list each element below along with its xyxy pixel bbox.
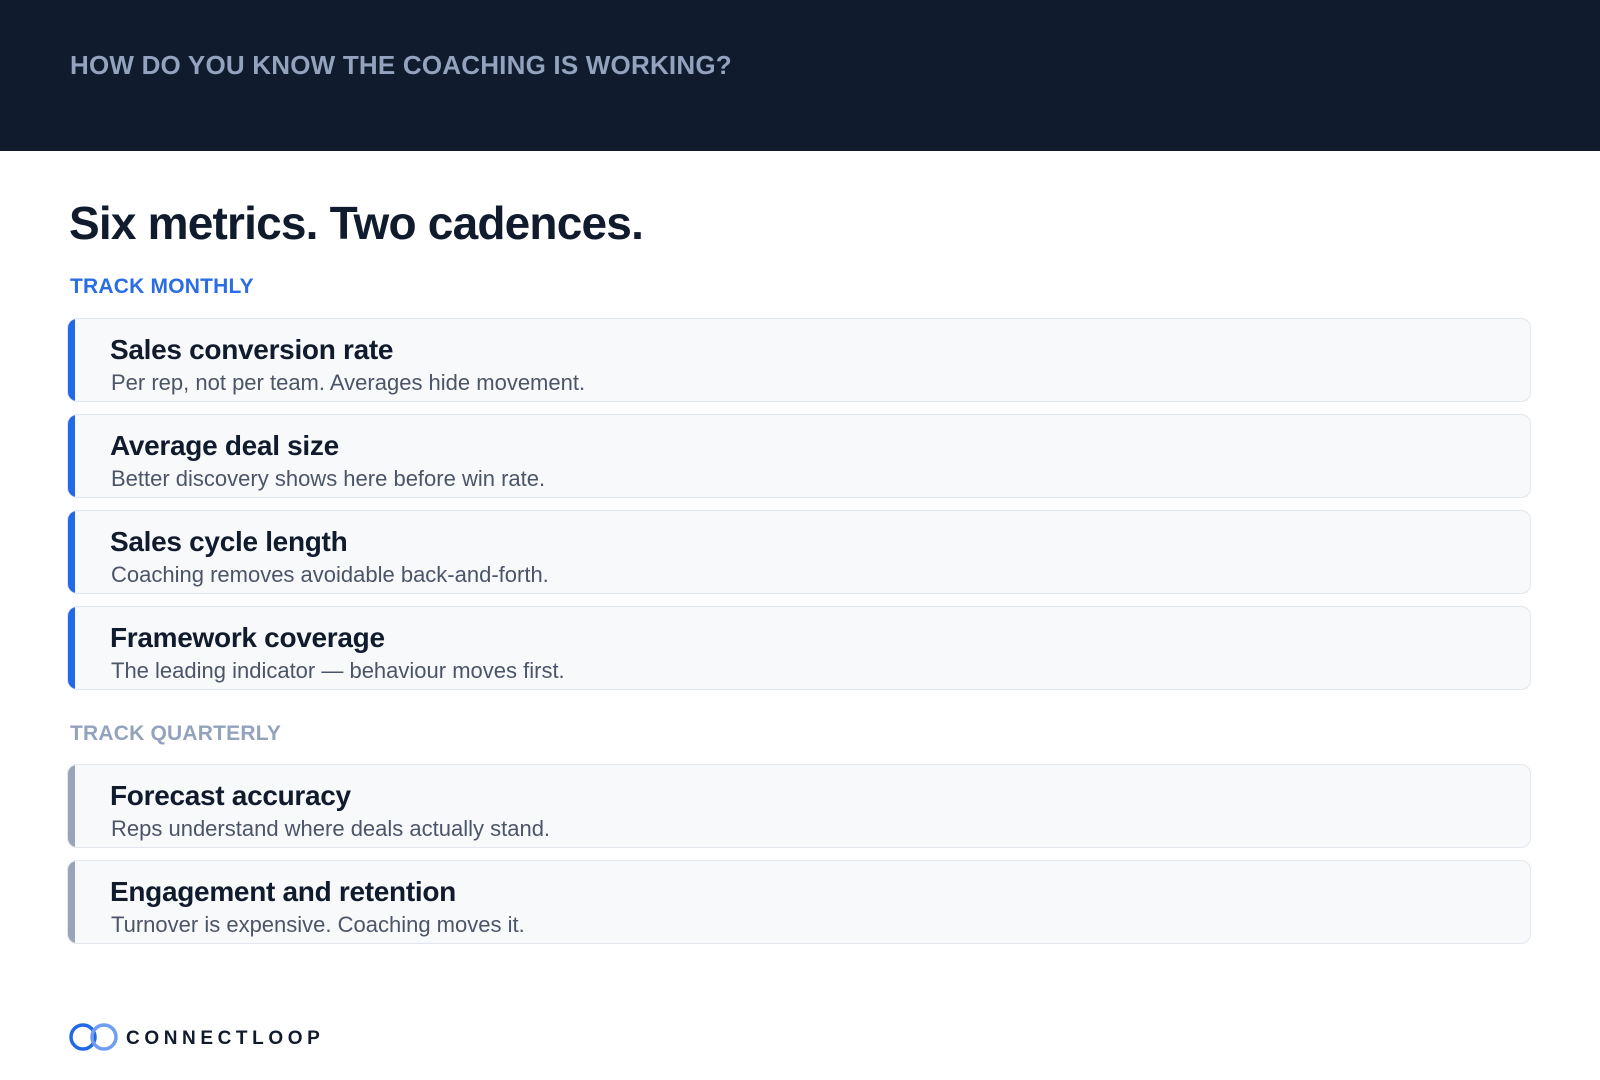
metric-title: Engagement and retention bbox=[110, 876, 456, 907]
metric-card-sales-cycle-length: Sales cycle length Coaching removes avoi… bbox=[67, 510, 1531, 594]
card-accent-bar bbox=[68, 415, 75, 497]
page-title: Six metrics. Two cadences. bbox=[69, 197, 644, 249]
section-label-monthly: TRACK MONTHLY bbox=[70, 275, 254, 298]
metric-description: Turnover is expensive. Coaching moves it… bbox=[111, 912, 525, 937]
metric-description: Reps understand where deals actually sta… bbox=[111, 816, 551, 841]
metric-card-forecast-accuracy: Forecast accuracy Reps understand where … bbox=[67, 764, 1531, 848]
section-label-quarterly: TRACK QUARTERLY bbox=[70, 722, 282, 745]
metric-title: Forecast accuracy bbox=[110, 780, 351, 811]
card-accent-bar bbox=[68, 765, 75, 847]
interlocking-rings-icon bbox=[69, 1023, 118, 1051]
metric-description: Per rep, not per team. Averages hide mov… bbox=[111, 370, 586, 395]
metric-title: Sales cycle length bbox=[110, 526, 348, 557]
metric-title: Average deal size bbox=[110, 430, 339, 461]
card-accent-bar bbox=[68, 511, 75, 593]
card-accent-bar bbox=[68, 607, 75, 689]
metric-title: Sales conversion rate bbox=[110, 334, 394, 365]
card-accent-bar bbox=[68, 319, 75, 401]
metric-card-average-deal-size: Average deal size Better discovery shows… bbox=[67, 414, 1531, 498]
metric-description: Better discovery shows here before win r… bbox=[111, 466, 546, 491]
metric-card-sales-conversion-rate: Sales conversion rate Per rep, not per t… bbox=[67, 318, 1531, 402]
metric-description: The leading indicator — behaviour moves … bbox=[111, 658, 565, 683]
metric-description: Coaching removes avoidable back-and-fort… bbox=[111, 562, 549, 587]
metric-card-framework-coverage: Framework coverage The leading indicator… bbox=[67, 606, 1531, 690]
metric-title: Framework coverage bbox=[110, 622, 385, 653]
header-eyebrow: HOW DO YOU KNOW THE COACHING IS WORKING? bbox=[70, 50, 732, 80]
footer-brand-name: CONNECTLOOP bbox=[126, 1028, 325, 1049]
metric-card-engagement-and-retention: Engagement and retention Turnover is exp… bbox=[67, 860, 1531, 944]
card-accent-bar bbox=[68, 861, 75, 943]
